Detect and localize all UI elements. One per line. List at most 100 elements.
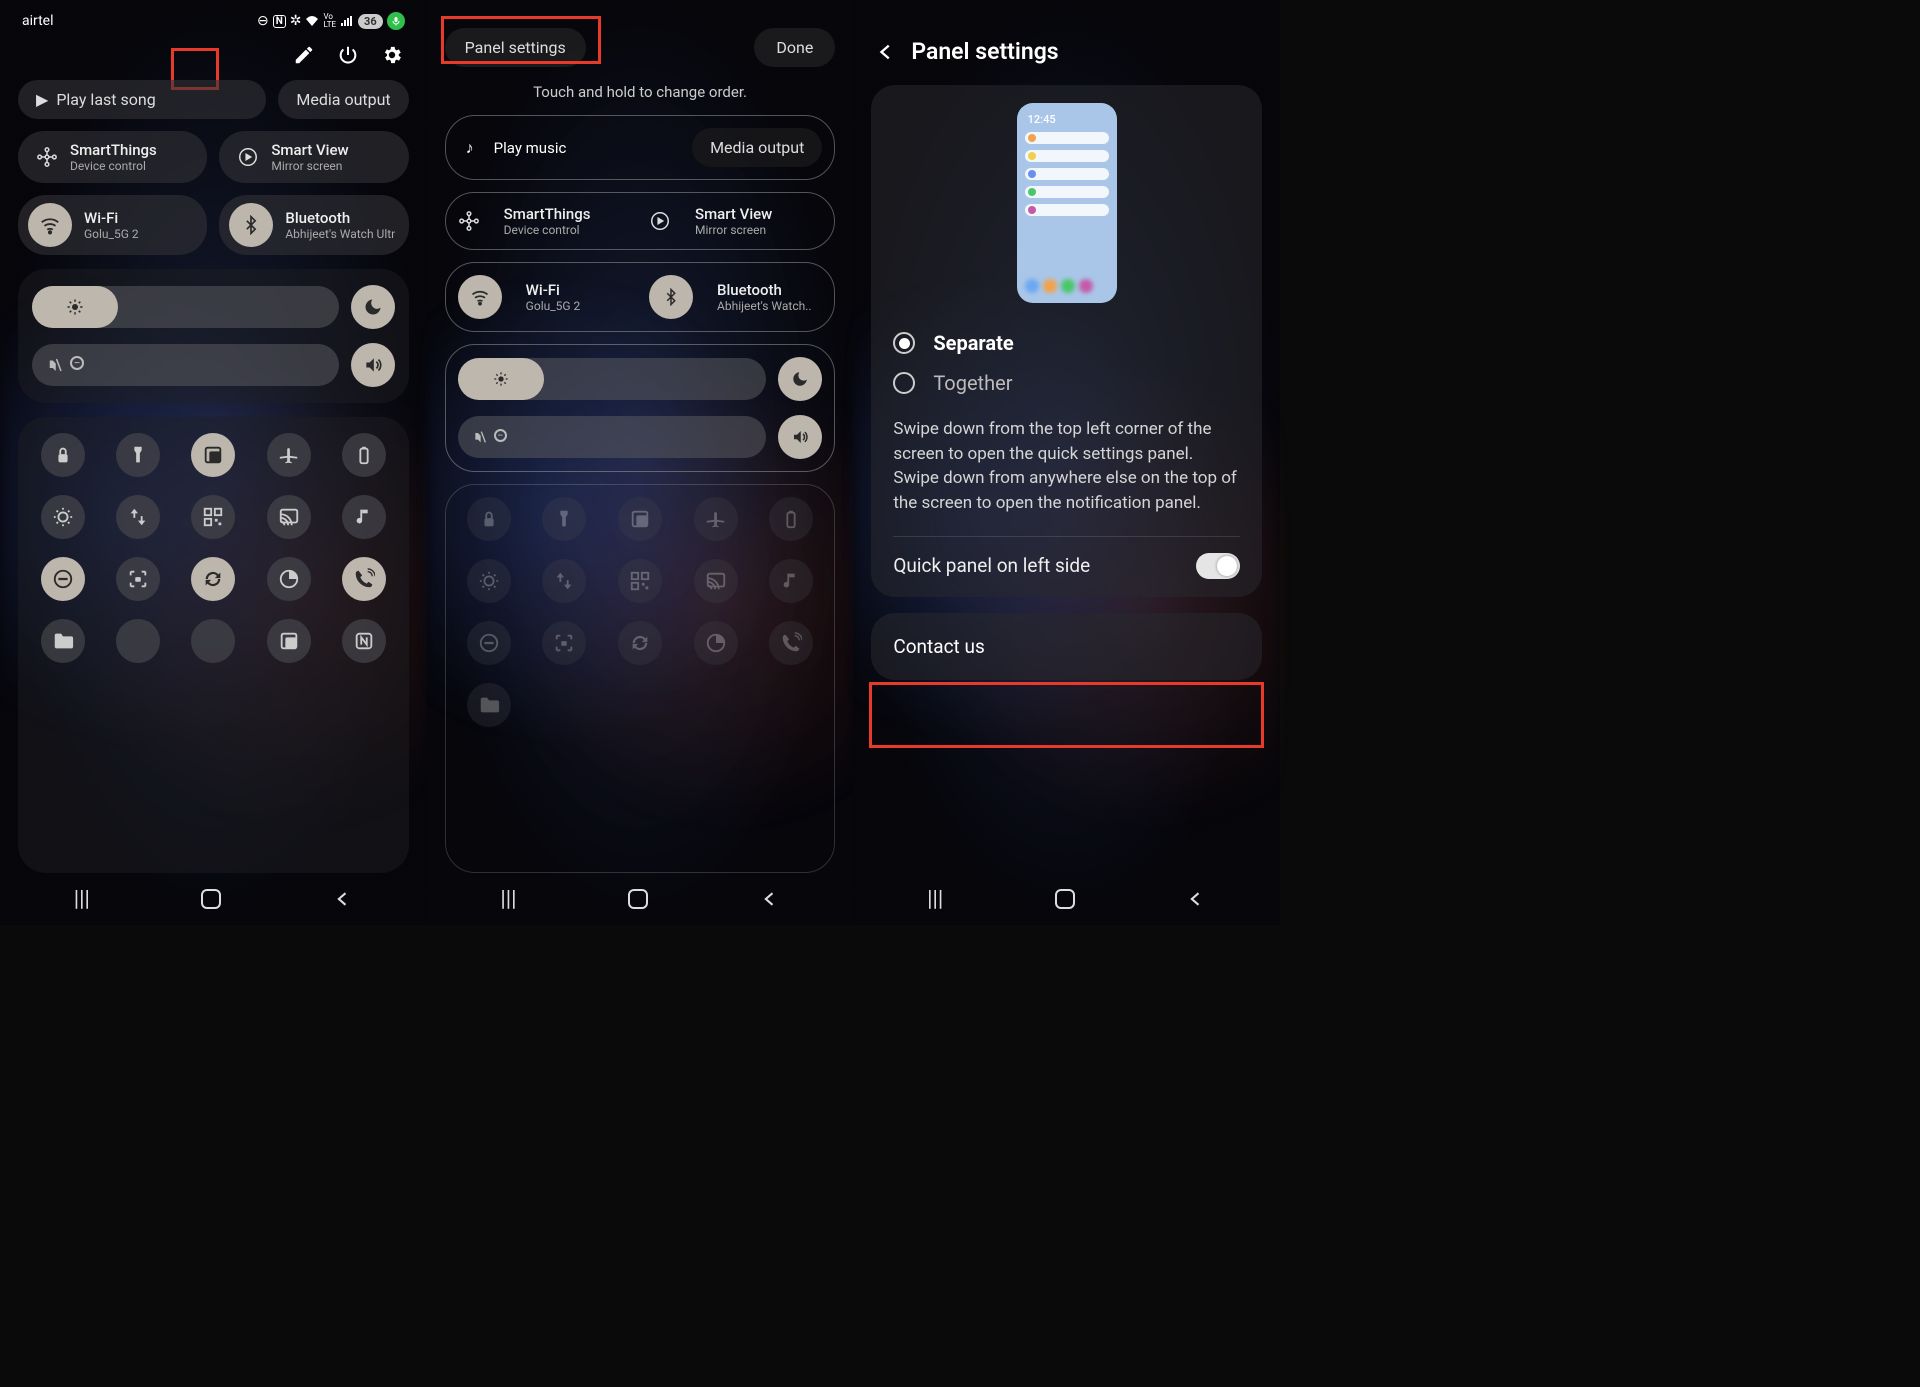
settings-header: Panel settings — [871, 10, 1262, 85]
folder-tile[interactable] — [467, 683, 511, 727]
night-mode-button[interactable] — [778, 357, 822, 401]
wifi-tile[interactable]: Wi-FiGolu_5G 2 — [458, 275, 631, 319]
smartview-tile[interactable]: Smart ViewMirror screen — [649, 205, 822, 237]
bluetooth-icon — [649, 275, 693, 319]
cast-tile[interactable] — [267, 495, 311, 539]
gear-icon[interactable] — [381, 44, 403, 66]
wifi-icon — [28, 203, 72, 247]
home-button[interactable] — [628, 889, 648, 909]
option-together-label: Together — [933, 371, 1012, 395]
media-output-button[interactable]: Media output — [692, 128, 822, 167]
recents-button[interactable]: ||| — [74, 887, 90, 912]
play-icon: ▶ — [36, 90, 48, 109]
sound-mode-button[interactable] — [351, 343, 395, 387]
brightness-slider[interactable] — [32, 286, 339, 328]
multiwindow-tile[interactable] — [191, 433, 235, 477]
smartthings-tile[interactable]: SmartThingsDevice control — [458, 205, 631, 237]
media-output-label: Media output — [296, 90, 390, 109]
lock-tile[interactable] — [467, 497, 511, 541]
bluetooth-tile[interactable]: BluetoothAbhijeet's Watch.. — [649, 275, 822, 319]
multiwindow-tile[interactable] — [267, 619, 311, 663]
dnd-tile[interactable] — [41, 557, 85, 601]
panel-settings-chip[interactable]: Panel settings — [445, 28, 586, 67]
smartview-sub: Mirror screen — [271, 159, 348, 173]
power-icon[interactable] — [337, 44, 359, 66]
smartview-tile[interactable]: Smart ViewMirror screen — [219, 131, 408, 183]
airplane-tile[interactable] — [267, 433, 311, 477]
play-last-song-button[interactable]: ▶ Play last song — [18, 80, 266, 119]
blank-tile[interactable] — [191, 619, 235, 663]
option-separate[interactable]: Separate — [893, 323, 1240, 363]
wifi-sub: Golu_5G 2 — [526, 299, 581, 313]
toggle-switch[interactable] — [1196, 553, 1240, 579]
nfc-tile[interactable] — [342, 619, 386, 663]
music-tile[interactable] — [342, 495, 386, 539]
pie-tile[interactable] — [267, 557, 311, 601]
flashlight-tile[interactable] — [542, 497, 586, 541]
contact-us-label: Contact us — [893, 635, 984, 658]
panel-settings-chip-label: Panel settings — [465, 38, 566, 57]
back-button[interactable] — [1186, 889, 1206, 909]
night-mode-button[interactable] — [351, 285, 395, 329]
back-button[interactable] — [760, 889, 780, 909]
sound-mode-button[interactable] — [778, 415, 822, 459]
recents-button[interactable]: ||| — [927, 887, 943, 912]
done-button[interactable]: Done — [754, 28, 835, 67]
sun-icon — [66, 298, 84, 316]
lock-tile[interactable] — [41, 433, 85, 477]
blank-tile[interactable] — [116, 619, 160, 663]
edit-icon[interactable] — [293, 44, 315, 66]
panel-layout-card: 12:45 .phone-preview .bar::before{backgr… — [871, 85, 1262, 597]
back-icon[interactable] — [875, 41, 897, 63]
dnd-tile[interactable] — [467, 621, 511, 665]
recents-button[interactable]: ||| — [500, 887, 516, 912]
quick-panel-left-row[interactable]: Quick panel on left side — [893, 553, 1240, 579]
bt-title: Bluetooth — [285, 209, 395, 227]
pie-tile[interactable] — [694, 621, 738, 665]
music-tile[interactable] — [769, 559, 813, 603]
volume-slider[interactable]: − — [32, 344, 339, 386]
media-output-label: Media output — [710, 138, 804, 157]
qr-tile[interactable] — [191, 495, 235, 539]
contact-us-row[interactable]: Contact us — [871, 613, 1262, 680]
multiwindow-tile[interactable] — [618, 497, 662, 541]
panel-settings-screen: Panel settings 12:45 .phone-preview .bar… — [853, 0, 1280, 925]
volume-slider[interactable]: − — [458, 416, 767, 458]
sync-tile[interactable] — [191, 557, 235, 601]
brightness-auto-tile[interactable] — [41, 495, 85, 539]
sync-tile[interactable] — [618, 621, 662, 665]
bluetooth-icon — [229, 203, 273, 247]
play-music-label: Play music — [494, 139, 567, 157]
qr-tile[interactable] — [618, 559, 662, 603]
cast-tile[interactable] — [694, 559, 738, 603]
bluetooth-tile[interactable]: BluetoothAbhijeet's Watch Ultra — [219, 195, 408, 255]
battery-tile[interactable] — [342, 433, 386, 477]
smartthings-sub: Device control — [70, 159, 157, 173]
option-together[interactable]: Together — [893, 363, 1240, 403]
home-button[interactable] — [201, 889, 221, 909]
battery-tile[interactable] — [769, 497, 813, 541]
layout-description: Swipe down from the top left corner of t… — [893, 417, 1240, 516]
sun-icon — [493, 371, 509, 387]
call-volume-tile[interactable] — [769, 621, 813, 665]
smartview-sub: Mirror screen — [695, 223, 772, 237]
music-note-icon: ♪ — [466, 138, 474, 158]
brightness-slider[interactable] — [458, 358, 767, 400]
call-volume-tile[interactable] — [342, 557, 386, 601]
home-button[interactable] — [1055, 889, 1075, 909]
dnd-icon: ⊖ — [257, 13, 269, 29]
play-music-button[interactable]: ♪ Play music — [458, 138, 680, 158]
updown-tile[interactable] — [116, 495, 160, 539]
media-output-button[interactable]: Media output — [278, 80, 408, 119]
airplane-tile[interactable] — [694, 497, 738, 541]
updown-tile[interactable] — [542, 559, 586, 603]
flashlight-tile[interactable] — [116, 433, 160, 477]
wifi-tile[interactable]: Wi-FiGolu_5G 2 — [18, 195, 207, 255]
back-button[interactable] — [333, 889, 353, 909]
brightness-auto-tile[interactable] — [467, 559, 511, 603]
folder-tile[interactable] — [41, 619, 85, 663]
smartthings-tile[interactable]: SmartThingsDevice control — [18, 131, 207, 183]
smartthings-icon — [36, 146, 58, 168]
camera-focus-tile[interactable] — [542, 621, 586, 665]
camera-focus-tile[interactable] — [116, 557, 160, 601]
